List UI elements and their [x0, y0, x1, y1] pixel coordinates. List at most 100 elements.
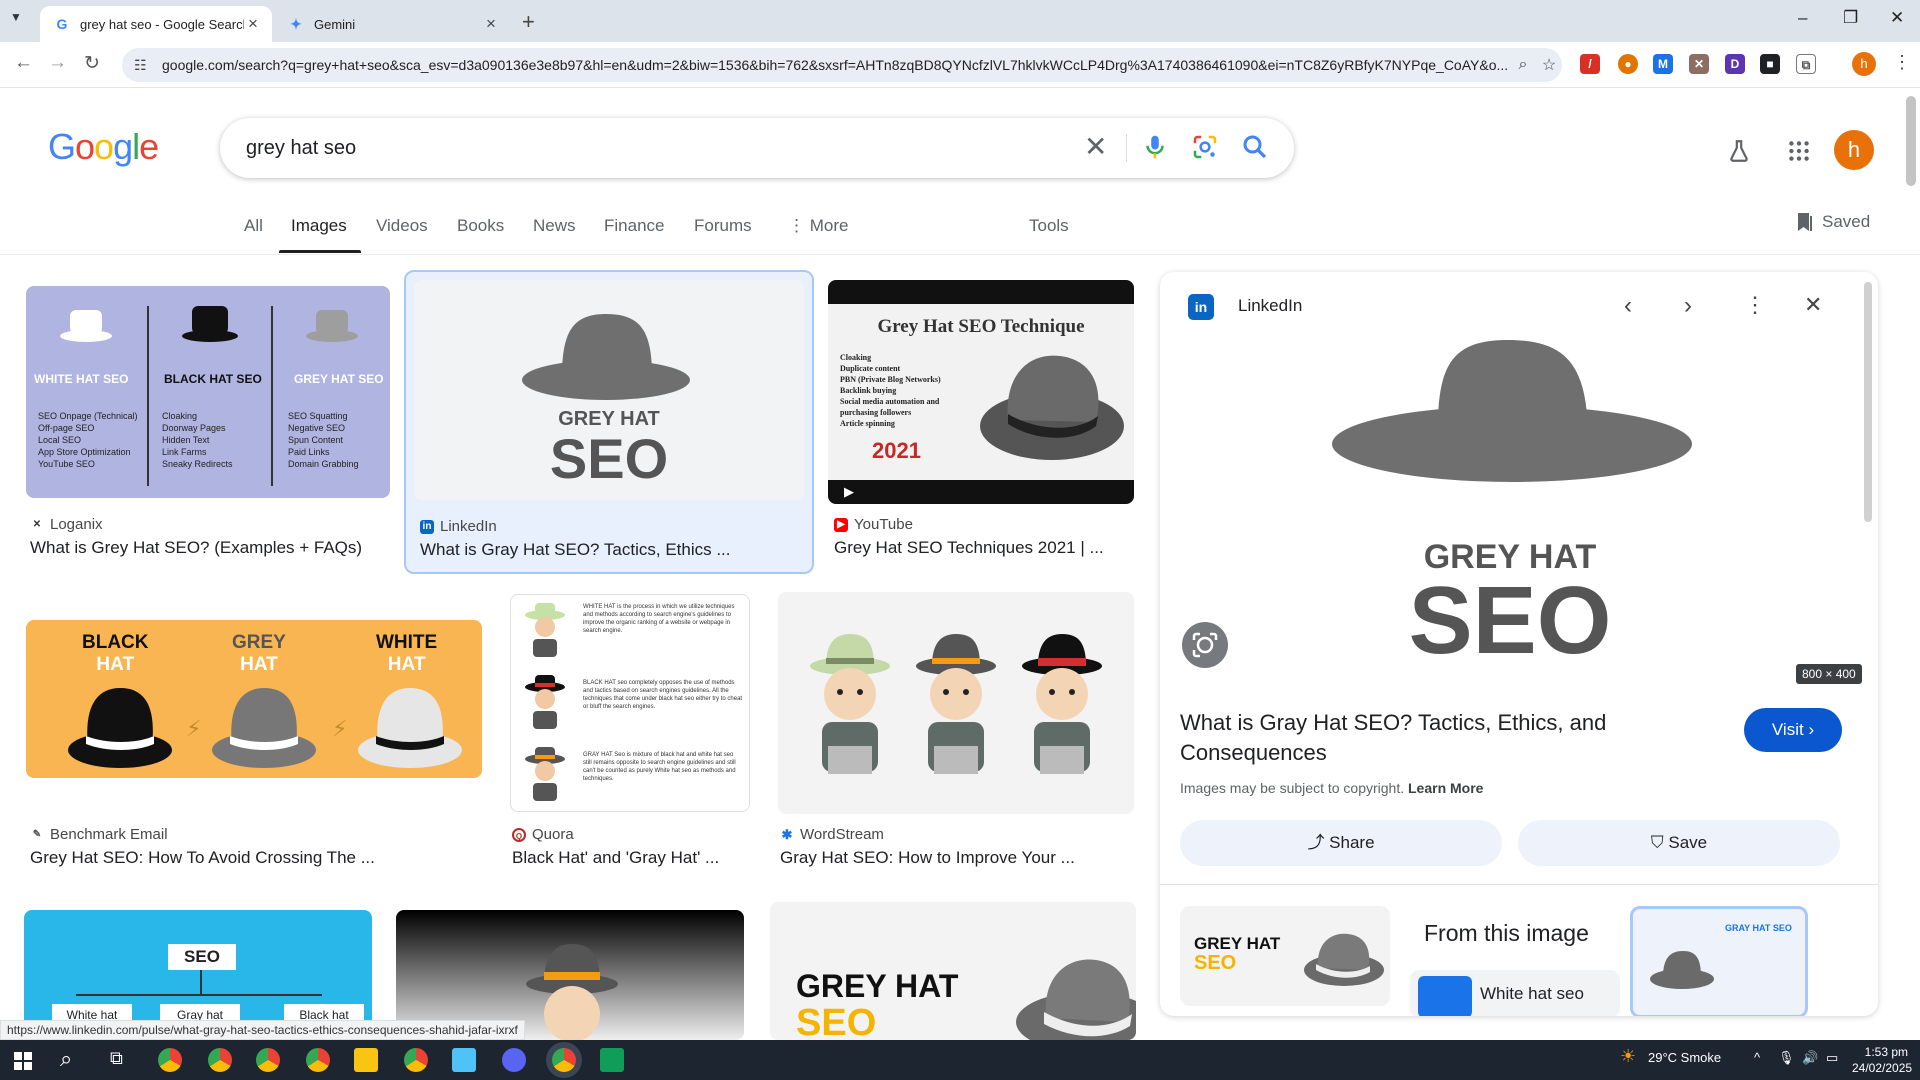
browser-profile-avatar[interactable]: h — [1852, 52, 1876, 76]
result-thumbnail[interactable]: WHITE HAT is the process in which we uti… — [510, 594, 750, 812]
search-box[interactable]: grey hat seo ✕ — [220, 118, 1294, 178]
related-thumbnail-grey-hat[interactable]: GREY HAT SEO — [1180, 906, 1390, 1006]
extension-pen-icon[interactable]: / — [1580, 54, 1600, 74]
related-search-white-hat-seo[interactable]: White hat seo — [1410, 970, 1620, 1016]
result-source[interactable]: Q Quora — [512, 826, 574, 843]
image-result-quora[interactable]: WHITE HAT is the process in which we uti… — [506, 592, 754, 874]
tray-chevron-icon[interactable]: ^ — [1754, 1050, 1760, 1065]
result-thumbnail[interactable]: Grey Hat SEO Technique Cloaking Duplicate… — [828, 280, 1134, 504]
filter-videos[interactable]: Videos — [376, 216, 428, 236]
filter-news[interactable]: News — [533, 216, 576, 236]
google-apps-icon[interactable] — [1786, 138, 1812, 164]
close-window-button[interactable]: ✕ — [1890, 8, 1904, 28]
app-download-icon[interactable] — [600, 1048, 624, 1072]
chrome-taskbar-icon[interactable] — [208, 1048, 232, 1072]
result-thumbnail[interactable]: BLACK HAT GREY HAT WHITE HAT ⚡ ⚡ — [26, 620, 482, 778]
browser-menu-icon[interactable]: ⋮ — [1893, 52, 1911, 73]
labs-flask-icon[interactable] — [1726, 138, 1752, 164]
close-tab-icon[interactable]: × — [482, 15, 500, 33]
task-view-icon[interactable]: ⧉ — [110, 1048, 123, 1069]
tab-google-search[interactable]: G grey hat seo - Google Search × — [40, 6, 272, 42]
related-thumbnail-gray-hat-seo[interactable]: GRAY HAT SEO — [1630, 906, 1808, 1016]
share-button[interactable]: ⤴ Share — [1180, 820, 1502, 866]
extension-d-icon[interactable]: D — [1725, 54, 1745, 74]
filter-images[interactable]: Images — [291, 216, 347, 236]
play-icon[interactable]: ▶ — [844, 484, 854, 500]
clear-search-icon[interactable]: ✕ — [1084, 131, 1107, 163]
restore-button[interactable]: ❐ — [1843, 8, 1858, 28]
visit-button[interactable]: Visit › — [1744, 708, 1842, 752]
tab-gemini[interactable]: ✦ Gemini × — [274, 6, 510, 42]
account-avatar[interactable]: h — [1834, 130, 1874, 170]
save-button[interactable]: ⛉ Save — [1518, 820, 1840, 866]
filter-more[interactable]: ⋮ More — [788, 216, 848, 236]
extension-tools-icon[interactable]: ✕ — [1689, 54, 1709, 74]
extension-m-icon[interactable]: M — [1653, 54, 1673, 74]
chrome-taskbar-icon[interactable] — [306, 1048, 330, 1072]
file-explorer-icon[interactable] — [354, 1048, 378, 1072]
reload-button[interactable]: ↻ — [84, 52, 100, 75]
weather-text[interactable]: 29°C Smoke — [1648, 1050, 1721, 1065]
filter-books[interactable]: Books — [457, 216, 504, 236]
result-title[interactable]: What is Gray Hat SEO? Tactics, Ethics ..… — [420, 540, 804, 560]
notepad-icon[interactable] — [452, 1048, 476, 1072]
tools-button[interactable]: Tools — [1029, 216, 1069, 236]
clock[interactable]: 1:53 pm 24/02/2025 — [1852, 1044, 1912, 1076]
url-text[interactable]: google.com/search?q=grey+hat+seo&sca_esv… — [162, 57, 1510, 73]
saved-button[interactable]: Saved — [1796, 212, 1870, 232]
search-input[interactable]: grey hat seo — [246, 137, 356, 160]
close-tab-icon[interactable]: × — [244, 15, 262, 33]
extensions-puzzle-icon[interactable]: ⧉ — [1796, 54, 1816, 74]
result-source[interactable]: ✕ Loganix — [30, 516, 103, 533]
image-result-wordstream[interactable]: ✱ WordStream Gray Hat SEO: How to Improv… — [776, 592, 1136, 874]
tab-search-icon[interactable]: ▼ — [10, 10, 22, 24]
panel-scrollbar[interactable] — [1864, 282, 1872, 522]
voice-search-icon[interactable] — [1140, 132, 1170, 162]
volume-tray-icon[interactable]: 🔊 — [1802, 1050, 1818, 1066]
address-bar[interactable]: ☷ google.com/search?q=grey+hat+seo&sca_e… — [122, 48, 1562, 82]
windows-start-icon[interactable] — [14, 1052, 32, 1070]
image-result-loganix[interactable]: WHITE HAT SEO BLACK HAT SEO GREY HAT SEO… — [20, 280, 394, 562]
zoom-icon[interactable]: ⌕ — [1510, 56, 1536, 74]
filter-finance[interactable]: Finance — [604, 216, 664, 236]
minimize-button[interactable]: – — [1798, 8, 1807, 28]
forward-button[interactable]: → — [48, 52, 67, 74]
bookmark-star-icon[interactable]: ☆ — [1536, 55, 1562, 75]
filter-forums[interactable]: Forums — [694, 216, 752, 236]
network-tray-icon[interactable]: ▭ — [1826, 1050, 1838, 1066]
image-result-linkedin[interactable]: GREY HAT SEO in LinkedIn What is Gray Ha… — [404, 270, 814, 574]
result-source[interactable]: in LinkedIn — [420, 518, 497, 535]
image-result-youtube[interactable]: Grey Hat SEO Technique Cloaking Duplicate… — [826, 280, 1136, 562]
discord-icon[interactable] — [502, 1048, 526, 1072]
site-info-icon[interactable]: ☷ — [134, 57, 154, 74]
result-thumbnail[interactable]: GREY HAT SEO — [414, 280, 804, 500]
result-title[interactable]: Grey Hat SEO Techniques 2021 | ... — [834, 538, 1134, 558]
back-button[interactable]: ← — [14, 52, 33, 74]
image-result-grey-hat-banner[interactable]: GREY HAT SEO — [770, 902, 1136, 1040]
chrome-taskbar-icon[interactable] — [158, 1048, 182, 1072]
result-title[interactable]: What is Grey Hat SEO? (Examples + FAQs) — [30, 538, 390, 558]
google-logo[interactable]: Google — [48, 126, 159, 168]
taskbar-search-icon[interactable]: ⌕ — [60, 1046, 72, 1072]
new-tab-button[interactable]: + — [522, 10, 535, 34]
result-source[interactable]: ✎ Benchmark Email — [30, 826, 168, 843]
page-scrollbar[interactable] — [1906, 96, 1916, 186]
result-title[interactable]: Gray Hat SEO: How to Improve Your ... — [780, 848, 1136, 868]
learn-more-link[interactable]: Learn More — [1408, 780, 1483, 796]
google-lens-icon[interactable] — [1190, 132, 1220, 162]
filter-all[interactable]: All — [244, 216, 263, 236]
result-thumbnail[interactable]: WHITE HAT SEO BLACK HAT SEO GREY HAT SEO… — [26, 286, 390, 498]
result-source[interactable]: ▶ YouTube — [834, 516, 913, 533]
search-submit-icon[interactable] — [1240, 132, 1270, 162]
chrome-active-taskbar-icon[interactable] — [552, 1048, 576, 1072]
search-inside-image-button[interactable] — [1182, 622, 1228, 668]
panel-title[interactable]: What is Gray Hat SEO? Tactics, Ethics, a… — [1180, 708, 1700, 768]
image-result-benchmark[interactable]: BLACK HAT GREY HAT WHITE HAT ⚡ ⚡ ✎ Benchmark… — [20, 592, 482, 874]
microphone-tray-icon[interactable]: 🎙 — [1778, 1050, 1795, 1066]
extension-circle-icon[interactable]: ● — [1618, 54, 1638, 74]
result-source[interactable]: ✱ WordStream — [780, 826, 884, 843]
extension-square-icon[interactable]: ■ — [1760, 54, 1780, 74]
result-title[interactable]: Grey Hat SEO: How To Avoid Crossing The … — [30, 848, 480, 868]
chrome-taskbar-icon[interactable] — [404, 1048, 428, 1072]
result-thumbnail[interactable] — [778, 592, 1134, 814]
